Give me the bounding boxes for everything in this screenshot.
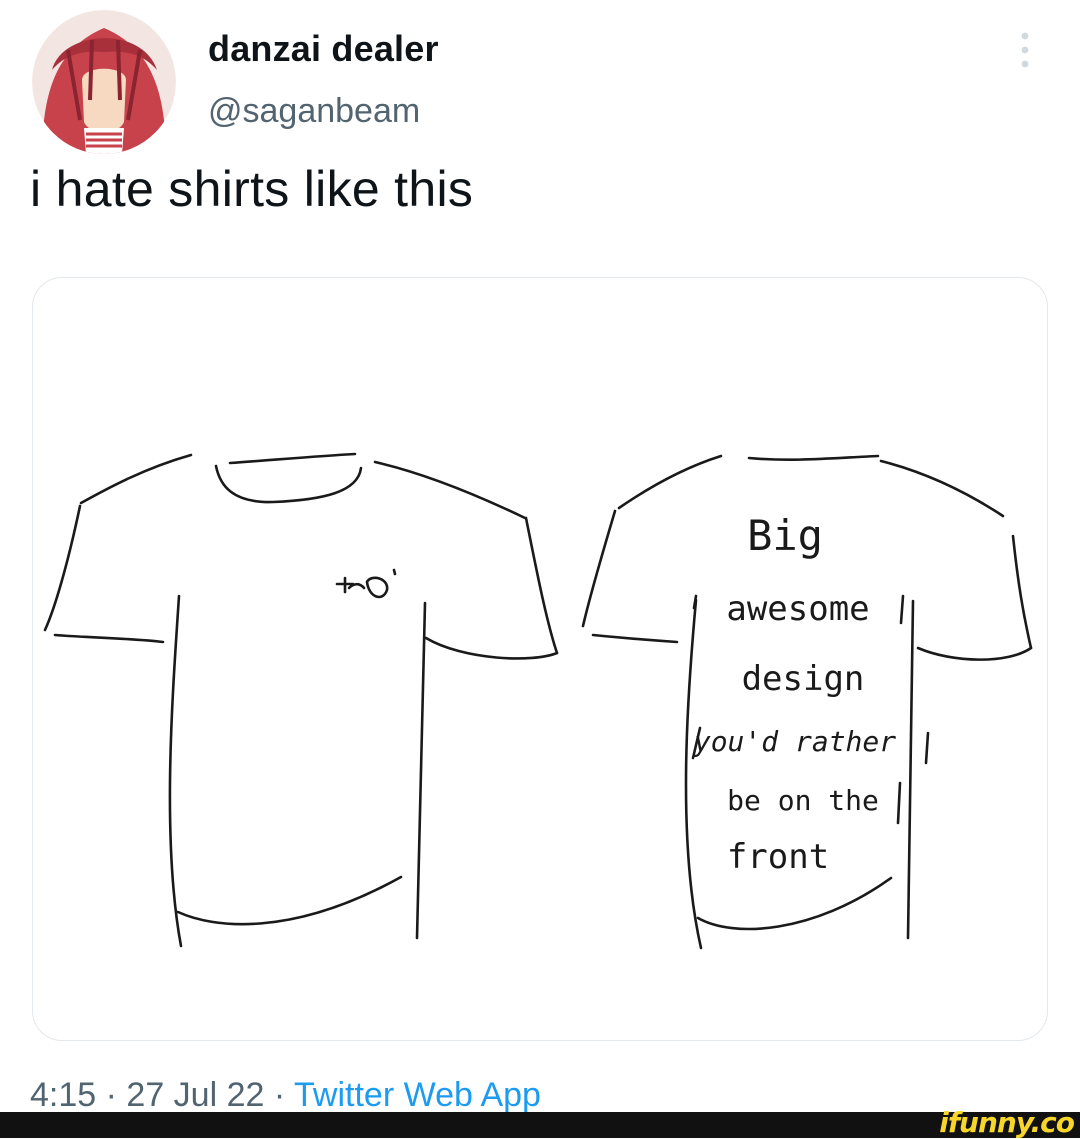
left-shirt [43, 452, 559, 948]
shirt-text-line-6: front [727, 837, 829, 877]
tweet-source-link[interactable]: Twitter Web App [294, 1076, 541, 1114]
tweet-date[interactable]: 27 Jul 22 [126, 1076, 264, 1114]
more-vertical-icon[interactable] [1012, 30, 1038, 70]
right-shirt-text: Big awesome design you'd rather be on th… [693, 511, 896, 877]
avatar-illustration-icon [32, 10, 176, 154]
author-handle[interactable]: @saganbeam [208, 92, 420, 131]
ifunny-watermark: ifunny.co [939, 1106, 1075, 1139]
shirt-text-line-3: design [742, 659, 865, 699]
shirts-drawing: Big awesome design you'd rather be on th… [43, 452, 1033, 950]
tweet-meta: 4:15 · 27 Jul 22 · Twitter Web App [30, 1076, 541, 1115]
meta-separator-1: · [96, 1076, 127, 1114]
shirt-text-line-1: Big [747, 511, 823, 560]
avatar[interactable] [32, 10, 176, 154]
shirt-text-line-5: be on the [727, 784, 879, 817]
shirt-text-line-4: you'd rather [693, 725, 896, 758]
author-display-name[interactable]: danzai dealer [208, 28, 439, 70]
shirt-text-line-2: awesome [726, 589, 869, 629]
tweet-media[interactable]: Big awesome design you'd rather be on th… [32, 277, 1048, 1041]
tweet-time[interactable]: 4:15 [30, 1076, 96, 1114]
tweet-text: i hate shirts like this [30, 161, 474, 217]
meta-separator-2: · [264, 1076, 295, 1114]
watermark-bar: ifunny.co [0, 1106, 1080, 1139]
